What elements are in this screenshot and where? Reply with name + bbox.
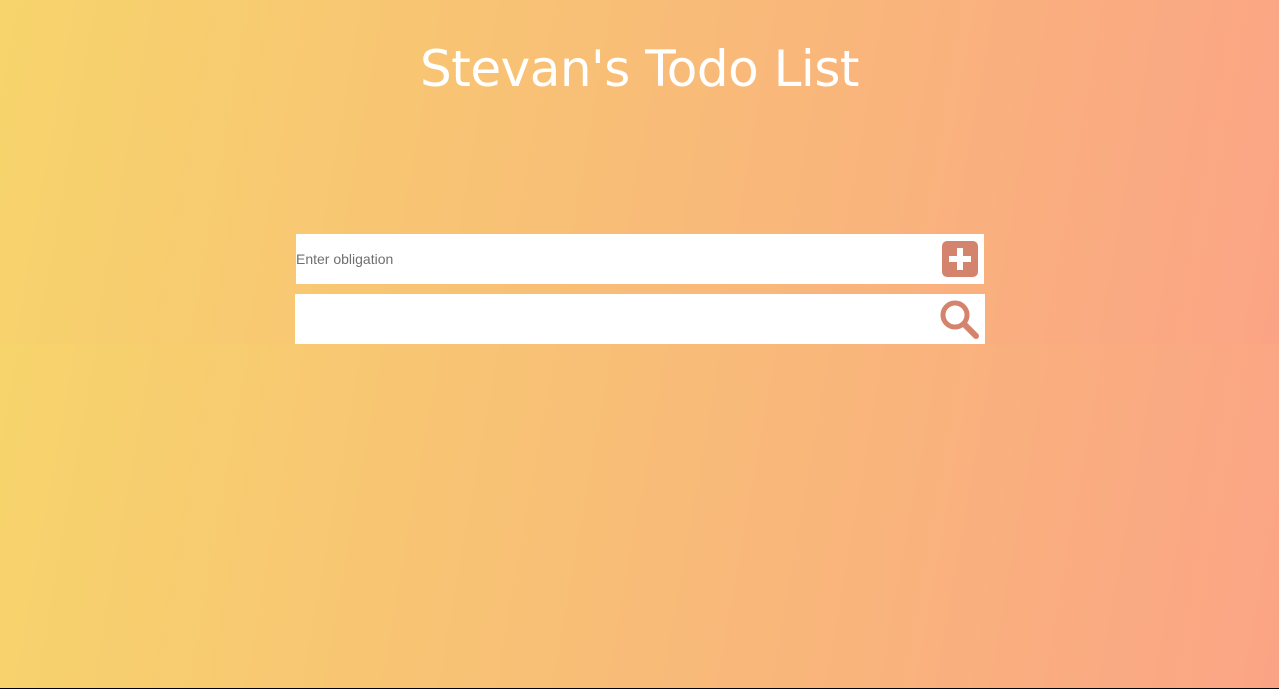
search-button[interactable] bbox=[938, 298, 980, 340]
search-icon bbox=[940, 300, 979, 339]
add-button[interactable] bbox=[942, 241, 978, 277]
add-todo-form bbox=[296, 234, 984, 284]
obligation-input[interactable] bbox=[296, 234, 926, 284]
page-background-lower bbox=[0, 344, 1279, 688]
search-input[interactable] bbox=[295, 294, 925, 344]
page-title: Stevan's Todo List bbox=[420, 40, 859, 98]
search-form bbox=[295, 294, 985, 344]
